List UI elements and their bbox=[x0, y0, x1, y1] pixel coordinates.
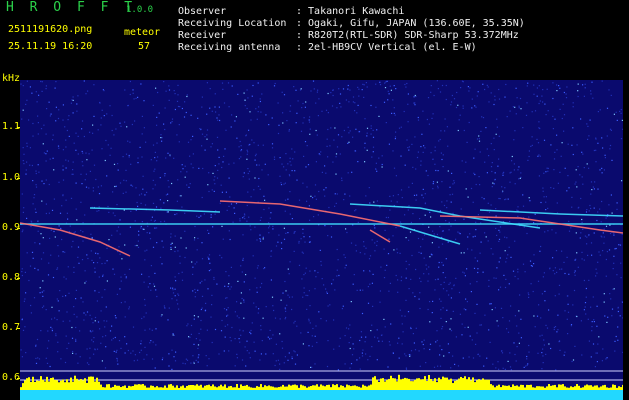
info-value-antenna: : 2el-HB9CV Vertical (el. E-W) bbox=[296, 42, 477, 53]
file-name: 2511191620.png bbox=[8, 24, 93, 35]
baseline-band bbox=[20, 390, 623, 400]
spectrogram bbox=[20, 80, 623, 400]
meteor-label: meteor bbox=[124, 27, 161, 38]
spectrogram-background bbox=[20, 80, 623, 400]
app-title: H R O F F T bbox=[6, 0, 137, 15]
app-version: 1.0.0 bbox=[126, 5, 154, 15]
header-panel: H R O F F T 1.0.0 2511191620.png 25.11.1… bbox=[0, 0, 629, 72]
info-key-location: Receiving Location bbox=[178, 18, 287, 29]
file-timestamp: 25.11.19 16:20 bbox=[8, 41, 93, 52]
y-axis-unit: kHz bbox=[2, 73, 21, 84]
info-key-observer: Observer bbox=[178, 6, 227, 17]
info-key-receiver: Receiver bbox=[178, 30, 227, 41]
info-value-receiver: : R820T2(RTL-SDR) SDR-Sharp 53.372MHz bbox=[296, 30, 519, 41]
info-key-antenna: Receiving antenna bbox=[178, 42, 281, 53]
meteor-count: 57 bbox=[138, 41, 151, 52]
info-value-location: : Ogaki, Gifu, JAPAN (136.60E, 35.35N) bbox=[296, 18, 525, 29]
info-value-observer: : Takanori Kawachi bbox=[296, 6, 405, 17]
